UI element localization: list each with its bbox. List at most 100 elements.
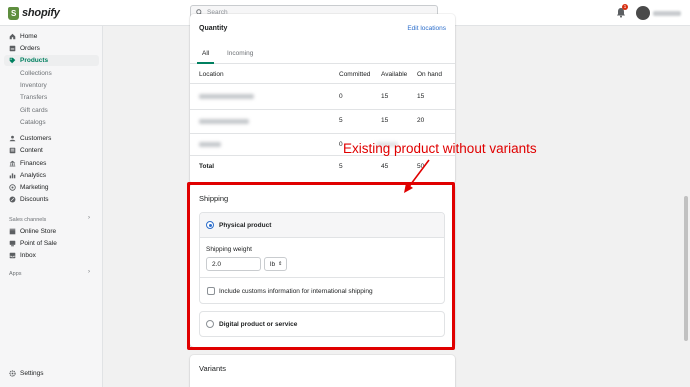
person-icon [9, 135, 16, 142]
sidebar-item-inbox[interactable]: Inbox [4, 250, 99, 261]
select-arrows-icon: ⇕ [278, 261, 283, 267]
quantity-title: Quantity [199, 25, 228, 32]
total-committed: 5 [339, 163, 343, 170]
shipping-weight-value: 2.0 [212, 260, 222, 268]
sidebar-item-settings[interactable]: Settings [4, 368, 99, 379]
column-header-committed: Committed [339, 71, 371, 78]
sidebar-item-customers[interactable]: Customers [4, 133, 99, 144]
column-header-on-hand: On hand [417, 71, 442, 78]
gear-icon [9, 370, 16, 377]
sidebar-item-finances[interactable]: Finances [4, 158, 99, 169]
available-value[interactable]: 15 [381, 117, 388, 124]
customs-info-label: Include customs information for internat… [219, 288, 373, 295]
divider [200, 277, 444, 278]
location-name-blurred [199, 94, 254, 99]
physical-product-option: Physical product Shipping weight 2.0 lb … [199, 212, 445, 304]
sidebar-subitem-gift-cards[interactable]: Gift cards [20, 105, 48, 116]
bank-icon [9, 160, 16, 167]
sidebar-item-label: Inbox [20, 252, 36, 259]
sidebar: Home Orders Products Collections Invento… [0, 26, 103, 387]
sidebar-item-home[interactable]: Home [4, 31, 99, 42]
scrollbar-thumb[interactable] [684, 196, 688, 341]
digital-product-option: Digital product or service [199, 311, 445, 337]
available-value[interactable]: 15 [381, 93, 388, 100]
total-label: Total [199, 163, 215, 170]
sidebar-subitem-collections[interactable]: Collections [20, 68, 52, 79]
edit-locations-link[interactable]: Edit locations [407, 25, 446, 32]
sidebar-item-point-of-sale[interactable]: Point of Sale [4, 238, 99, 249]
shopify-bag-icon [8, 6, 19, 20]
chevron-right-icon[interactable]: › [88, 269, 90, 275]
variants-title: Variants [199, 364, 226, 373]
tab-incoming[interactable]: Incoming [227, 50, 253, 57]
target-icon [9, 184, 16, 191]
tab-all[interactable]: All [202, 50, 209, 57]
notification-badge: 1 [622, 4, 628, 10]
sidebar-item-discounts[interactable]: Discounts [4, 194, 99, 205]
sidebar-item-products[interactable]: Products [4, 55, 99, 66]
sidebar-item-label: Content [20, 147, 43, 154]
sidebar-item-label: Customers [20, 135, 52, 142]
column-header-available: Available [381, 71, 408, 78]
location-name-blurred [199, 142, 221, 147]
sidebar-subitem-inventory[interactable]: Inventory [20, 80, 47, 91]
sidebar-item-label: Settings [20, 370, 44, 377]
shipping-weight-input[interactable]: 2.0 [206, 257, 261, 271]
sidebar-item-label: Finances [20, 160, 47, 167]
discount-icon [9, 196, 16, 203]
orders-icon [9, 45, 16, 52]
sidebar-item-orders[interactable]: Orders [4, 43, 99, 54]
annotation-arrow-icon [404, 159, 430, 193]
sidebar-item-online-store[interactable]: Online Store [4, 226, 99, 237]
sidebar-item-label: Online Store [20, 228, 57, 235]
sidebar-item-label: Analytics [20, 172, 47, 179]
divider [190, 109, 455, 110]
avatar [636, 6, 650, 20]
shopify-logo[interactable]: shopify [8, 5, 60, 21]
total-available: 45 [381, 163, 389, 170]
sidebar-item-label: Point of Sale [20, 240, 57, 247]
sales-channels-label: Sales channels [9, 217, 47, 223]
sidebar-item-content[interactable]: Content [4, 145, 99, 156]
divider [190, 133, 455, 134]
divider [190, 83, 455, 84]
on-hand-value[interactable]: 20 [417, 117, 424, 124]
chevron-right-icon[interactable]: › [88, 215, 90, 221]
sidebar-item-analytics[interactable]: Analytics [4, 170, 99, 181]
sidebar-subitem-catalogs[interactable]: Catalogs [20, 117, 46, 128]
physical-product-radio[interactable] [206, 221, 214, 229]
tag-icon [9, 57, 16, 64]
active-tab-indicator [197, 62, 214, 64]
digital-product-radio[interactable] [206, 320, 214, 328]
sidebar-item-marketing[interactable]: Marketing [4, 182, 99, 193]
sidebar-item-label: Marketing [20, 184, 49, 191]
committed-value: 0 [339, 93, 343, 100]
weight-unit-select[interactable]: lb ⇕ [264, 257, 287, 271]
customs-info-checkbox[interactable] [207, 287, 215, 295]
user-name-blurred [653, 10, 681, 16]
on-hand-value[interactable]: 15 [417, 93, 424, 100]
sidebar-item-label: Orders [20, 45, 40, 52]
store-icon [9, 228, 16, 235]
chart-icon [9, 173, 16, 179]
sidebar-item-label: Home [20, 33, 38, 40]
apps-label: Apps [9, 271, 22, 277]
digital-product-label: Digital product or service [219, 321, 298, 328]
shipping-title: Shipping [199, 194, 229, 203]
scrollbar[interactable] [683, 26, 690, 387]
pos-icon [9, 240, 16, 247]
sidebar-subitem-transfers[interactable]: Transfers [20, 92, 47, 103]
quantity-tabs: All Incoming [190, 46, 455, 64]
weight-unit-value: lb [270, 260, 276, 268]
user-menu[interactable] [636, 5, 686, 21]
home-icon [9, 33, 16, 40]
annotation-text: Existing product without variants [343, 141, 537, 156]
column-header-location: Location [199, 71, 224, 78]
committed-value: 5 [339, 117, 343, 124]
sidebar-item-label: Products [20, 57, 49, 64]
shipping-card: Shipping Physical product Shipping weigh… [190, 184, 455, 347]
physical-product-label: Physical product [219, 222, 272, 229]
logo-text: shopify [22, 7, 60, 19]
shipping-weight-label: Shipping weight [206, 246, 252, 253]
content-icon [9, 147, 16, 154]
